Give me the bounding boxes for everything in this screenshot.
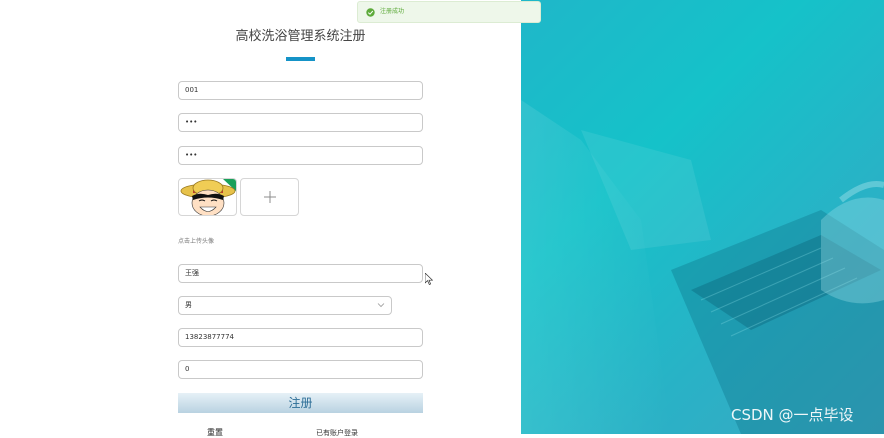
reset-button[interactable]: 重置: [207, 427, 223, 438]
avatar-image: [180, 179, 236, 215]
mouse-cursor-icon: [425, 273, 433, 285]
chevron-down-icon: [377, 303, 385, 308]
account-field[interactable]: 001: [178, 81, 423, 100]
page-title: 高校洗浴管理系统注册: [235, 29, 366, 44]
laptop-background-image: [521, 100, 884, 434]
upload-button[interactable]: [240, 178, 299, 216]
phone-field[interactable]: 13823877774: [178, 328, 423, 347]
success-toast: 注册成功: [357, 1, 541, 23]
watermark: CSDN @一点毕设: [731, 406, 854, 424]
background-panel: [521, 0, 884, 434]
name-field[interactable]: 王强: [178, 264, 423, 283]
plus-icon: [263, 191, 276, 203]
login-link[interactable]: 已有账户登录: [316, 428, 358, 438]
gender-value: 男: [185, 301, 192, 309]
check-circle-icon: [366, 8, 375, 17]
register-button[interactable]: 注册: [178, 393, 423, 413]
upload-hint: 点击上传头像: [178, 238, 215, 245]
confirm-password-field[interactable]: •••: [178, 146, 423, 165]
balance-field[interactable]: 0: [178, 360, 423, 379]
gender-select[interactable]: 男: [178, 296, 392, 315]
password-field[interactable]: •••: [178, 113, 423, 132]
avatar-preview[interactable]: [178, 178, 237, 216]
register-panel: 高校洗浴管理系统注册 001 ••• ••• 点击上传头像 王强 男 13823…: [0, 0, 521, 437]
toast-message: 注册成功: [380, 8, 405, 15]
title-underline: [286, 57, 315, 61]
